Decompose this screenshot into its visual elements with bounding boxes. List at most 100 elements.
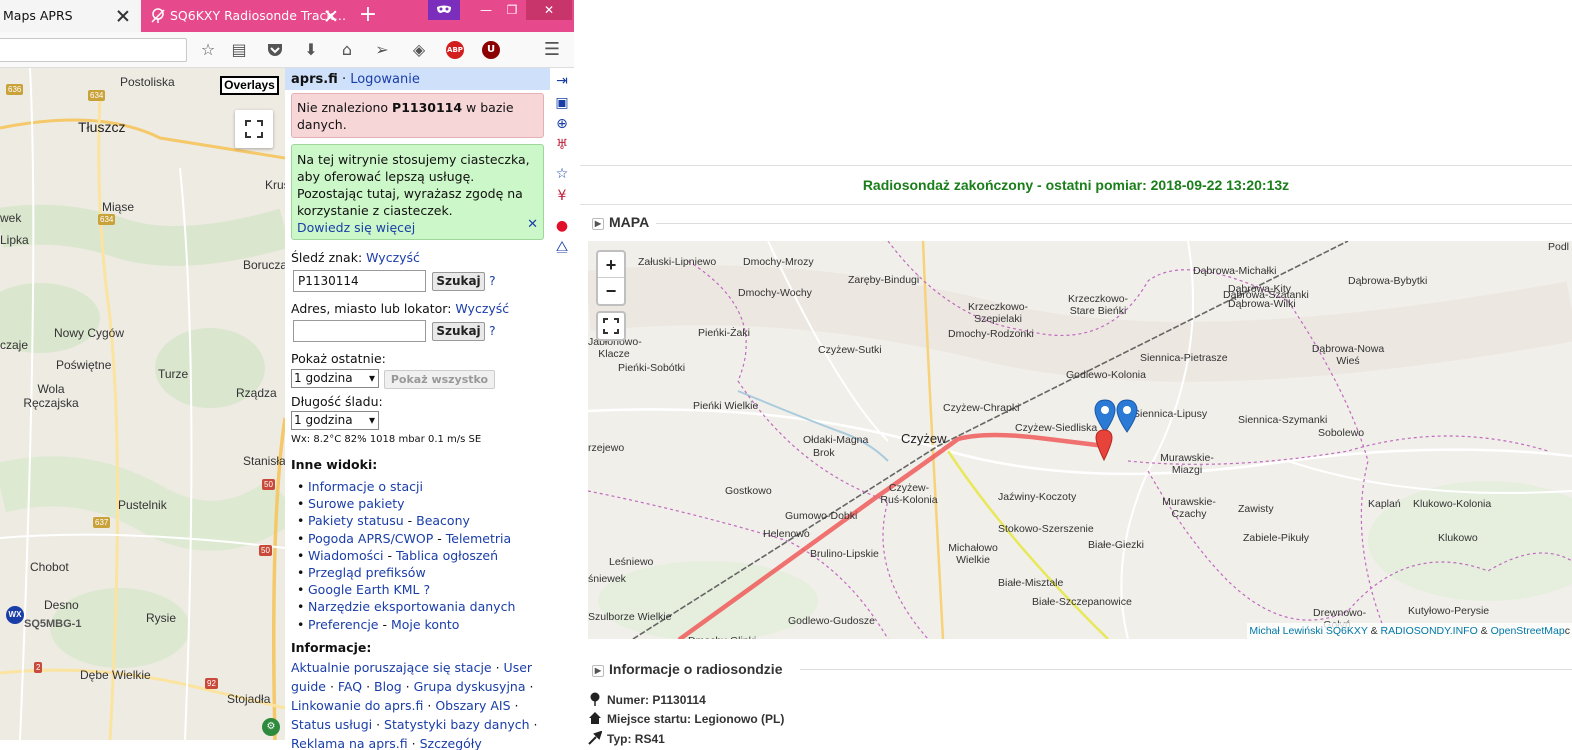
zoom-in-button[interactable]: + [598, 252, 624, 278]
download-icon[interactable]: ⬇ [302, 41, 320, 59]
view-link[interactable]: Pogoda APRS/CWOP [308, 531, 433, 546]
view-link[interactable]: Surowe pakiety [308, 496, 405, 511]
tab-maps-aprs[interactable]: Maps APRS [0, 0, 141, 32]
adblock-icon[interactable]: ABP [446, 41, 464, 59]
view-link[interactable]: Przegląd prefiksów [308, 565, 426, 580]
view-link[interactable]: Pakiety statusu [308, 513, 404, 528]
antenna-icon[interactable]: ¥ [553, 187, 571, 205]
track-clear-link[interactable]: Wyczyść [366, 250, 420, 265]
map-place: rzejewo [588, 442, 625, 454]
info-link[interactable]: Obszary AIS [435, 698, 510, 713]
map-place: Poświętne [56, 358, 112, 372]
radiosondy-link[interactable]: RADIOSONDY.INFO [1381, 625, 1478, 637]
aprs-map[interactable]: Postoliska Tłuszcz Krus Miąse wek Lipka … [0, 68, 285, 740]
map-place: Czyżew-Chrapki [943, 402, 1020, 414]
view-link[interactable]: Wiadomości [308, 548, 383, 563]
info-link[interactable]: Reklama na aprs.fi [291, 736, 408, 750]
position-marker-icon[interactable] [1116, 399, 1138, 433]
zoom-out-button[interactable]: − [598, 278, 624, 304]
view-link[interactable]: Preferencje [308, 617, 378, 632]
tab-radiosonde-tracker[interactable]: SQ6KXY Radiosonde Track… [142, 0, 345, 32]
flight-status: Radiosondaż zakończony - ostatni pomiar:… [580, 165, 1572, 205]
address-input[interactable] [293, 320, 426, 342]
map-place: Stanisła [243, 454, 285, 468]
restore-icon[interactable]: ❐ [500, 0, 524, 20]
map-place: Czyżew [901, 431, 947, 446]
tab-close-icon[interactable] [115, 8, 131, 24]
home-icon[interactable]: ⌂ [338, 41, 356, 59]
collapse-panel-icon[interactable]: ⇥ [553, 72, 571, 90]
cookie-learn-more-link[interactable]: Dowiedz się więcej [297, 220, 415, 235]
view-link[interactable]: Google Earth KML [308, 582, 420, 597]
view-link[interactable]: Moje konto [391, 617, 459, 632]
star-icon[interactable]: ☆ [553, 165, 571, 183]
view-link[interactable]: Telemetria [446, 531, 511, 546]
info-link[interactable]: Statystyki bazy danych [384, 717, 530, 732]
new-tab-icon[interactable]: + [356, 4, 380, 28]
station-callsign[interactable]: SQ5MBG-1 [24, 618, 81, 630]
cookie-close-icon[interactable]: ✕ [527, 216, 538, 233]
info-link[interactable]: Aktualnie poruszające się stacje [291, 660, 492, 675]
map-place: Helenowo [763, 528, 810, 540]
show-all-button[interactable]: Pokaż wszystko [384, 370, 495, 389]
overlays-button[interactable]: Overlays [220, 76, 279, 95]
address-help-link[interactable]: ? [489, 323, 496, 338]
map-section-header[interactable]: ▶ MAPA [592, 214, 649, 230]
map-place: Brulino-Lipskie [810, 548, 879, 560]
view-link[interactable]: Tablica ogłoszeń [396, 548, 498, 563]
building-icon[interactable]: ▣ [553, 94, 571, 112]
weather-radar-icon[interactable]: ● [553, 217, 571, 235]
separator: & [1367, 625, 1381, 637]
ublock-icon[interactable]: U [482, 41, 500, 59]
address-search-button[interactable]: Szukaj [432, 322, 485, 341]
tab-close-icon[interactable] [323, 8, 339, 24]
site-name[interactable]: aprs.fi [291, 72, 338, 87]
map-place: wek [0, 211, 22, 225]
login-link[interactable]: Logowanie [350, 72, 420, 87]
address-clear-link[interactable]: Wyczyść [455, 301, 509, 316]
track-callsign-input[interactable]: P1130114 [293, 270, 426, 292]
station-marker-icon[interactable]: ⚙ [262, 718, 280, 736]
view-link[interactable]: Narzędzie eksportowania danych [308, 599, 515, 614]
fullscreen-icon[interactable] [235, 110, 273, 148]
view-link[interactable]: ? [423, 582, 430, 597]
osm-link[interactable]: OpenStreetMap [1491, 625, 1565, 637]
fullscreen-icon[interactable] [596, 311, 626, 341]
send-icon[interactable]: ➢ [373, 41, 391, 59]
close-window-icon[interactable]: ✕ [526, 0, 572, 20]
launch-marker-icon[interactable] [1094, 399, 1116, 433]
reader-list-icon[interactable]: ▤ [230, 41, 248, 59]
map-place: Turze [158, 367, 189, 381]
info-link[interactable]: Grupa dyskusyjna [414, 679, 526, 694]
author-link[interactable]: Michał Lewiński SQ6KXY [1249, 625, 1367, 637]
info-value: Legionowo (PL) [694, 712, 785, 726]
info-launch-site: Miejsce startu: Legionowo (PL) [588, 711, 784, 726]
bookmark-star-icon[interactable]: ☆ [199, 41, 217, 59]
view-link[interactable]: Informacje o stacji [308, 479, 423, 494]
separator: · [407, 736, 420, 750]
info-link[interactable]: Blog [374, 679, 402, 694]
triangle-icon[interactable]: ⧋ [553, 238, 571, 256]
browser-window: Maps APRS SQ6KXY Radiosonde Track… + — ❐… [0, 0, 574, 750]
landing-marker-icon[interactable] [1095, 429, 1113, 462]
info-link[interactable]: FAQ [338, 679, 362, 694]
radiosonde-map[interactable]: Załuski-Lipniewo Dmochy-Mrozy Zaręby-Bindu… [588, 241, 1572, 639]
info-link[interactable]: Linkowanie do aprs.fi [291, 698, 423, 713]
menu-icon[interactable]: ☰ [543, 41, 561, 59]
compass-icon[interactable]: ⊕ [553, 115, 571, 133]
info-section-header[interactable]: ▶ Informacje o radiosondzie [592, 661, 782, 677]
url-bar[interactable] [0, 38, 187, 62]
show-last-select[interactable]: 1 godzina [291, 369, 379, 388]
track-search-button[interactable]: Szukaj [432, 272, 485, 291]
trail-length-select[interactable]: 1 godzina [291, 411, 379, 430]
info-link[interactable]: Status usługi [291, 717, 372, 732]
road-number: 50 [259, 545, 272, 556]
weather-station-icon[interactable]: WX [6, 606, 24, 624]
pocket-icon[interactable] [266, 41, 284, 59]
view-link[interactable]: Beacony [416, 513, 470, 528]
map-place: Dąbrowa-Michałki [1193, 265, 1277, 277]
tower-icon[interactable]: ♅ [553, 136, 571, 154]
target-icon[interactable]: ◈ [410, 41, 428, 59]
track-help-link[interactable]: ? [489, 273, 496, 288]
minimize-icon[interactable]: — [474, 0, 498, 20]
